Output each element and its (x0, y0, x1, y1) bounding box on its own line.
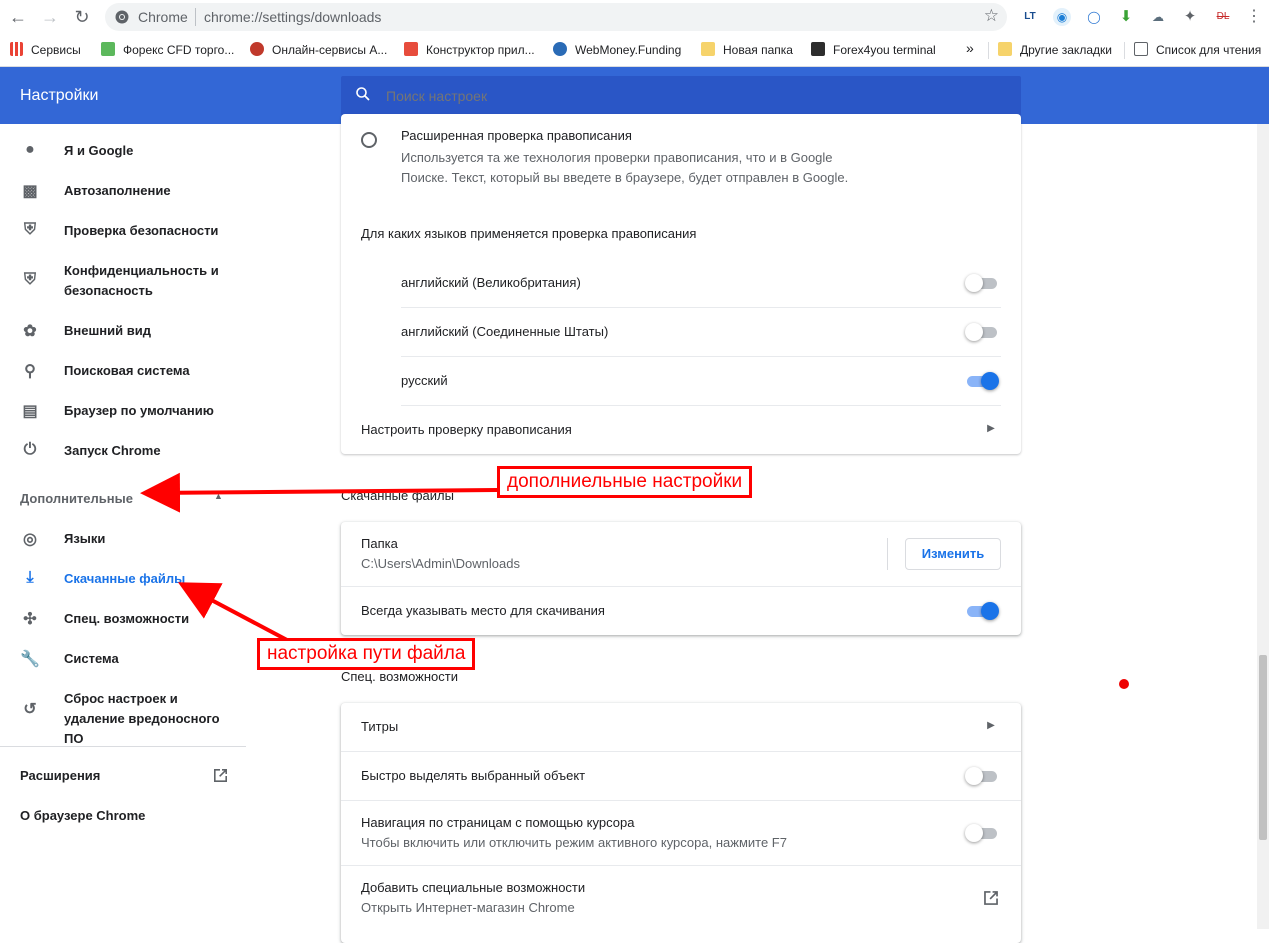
arrow-to-advanced (140, 472, 498, 513)
file-path-callout: настройка пути файла (257, 638, 476, 670)
arrow-to-downloads (177, 582, 288, 642)
annotation-arrows (140, 472, 1129, 689)
red-dot-marker (1119, 679, 1129, 689)
advanced-settings-callout: дополниельные настройки (497, 466, 753, 498)
